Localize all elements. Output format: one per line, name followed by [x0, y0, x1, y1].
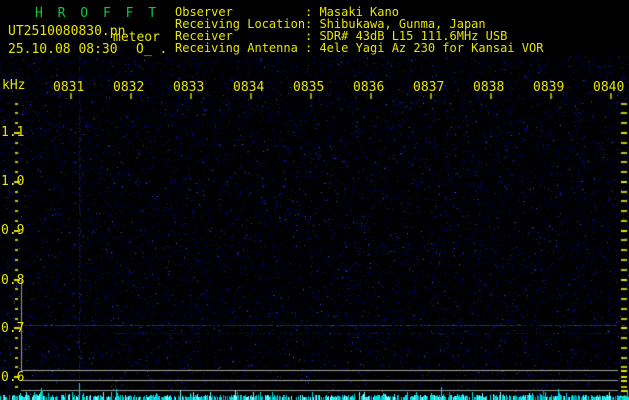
hrofft-output-image: H R O F F T UT2510080830.pn meteor 25.10…: [0, 0, 629, 400]
y-tick-label-0p6: 0.6: [1, 370, 25, 385]
y-tick-label-0p9: 0.9: [1, 223, 25, 238]
y-tick-label-1p1: 1.1: [1, 125, 25, 140]
x-tick-label-0832: 0832: [113, 80, 145, 95]
info-label-receiving-antenna: Receiving Antenna: [175, 41, 298, 55]
x-tick-label-0839: 0839: [533, 80, 565, 95]
spectrogram-canvas: [0, 0, 629, 400]
y-tick-label-0p7: 0.7: [1, 321, 25, 336]
filename-label: UT2510080830.pn: [8, 24, 126, 39]
x-tick-label-0838: 0838: [473, 80, 505, 95]
datetime-label: 25.10.08 08:30: [8, 42, 118, 57]
x-tick-label-0835: 0835: [293, 80, 325, 95]
x-tick-label-0834: 0834: [233, 80, 265, 95]
y-tick-label-1p0: 1.0: [1, 174, 25, 189]
app-title: H R O F F T: [35, 6, 160, 21]
x-tick-label-0833: 0833: [173, 80, 205, 95]
y-axis-unit-label: kHz: [2, 78, 26, 93]
info-value-receiving-antenna: : 4ele Yagi Az 230 for Kansai VOR: [305, 41, 544, 55]
x-tick-label-0840: 0840: [593, 80, 625, 95]
x-tick-label-0831: 0831: [53, 80, 85, 95]
x-tick-label-0836: 0836: [353, 80, 385, 95]
status-counter: O_ .: [136, 42, 168, 57]
x-tick-label-0837: 0837: [413, 80, 445, 95]
y-tick-label-0p8: 0.8: [1, 273, 25, 288]
